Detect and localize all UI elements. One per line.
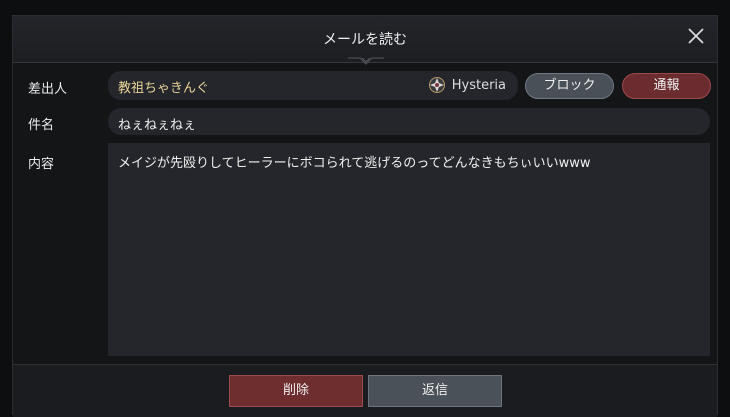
reply-button[interactable]: 返信 [368,375,502,407]
sender-name: 教祖ちゃきんぐ [118,81,210,96]
guild-name: Hysteria [451,77,506,93]
content-text: メイジが先殴りしてヒーラーにボコられて逃げるのってどんなきもちぃいいwww [118,156,591,171]
report-button[interactable]: 通報 [622,73,711,99]
read-mail-dialog: メールを読む 差出人 教祖ちゃきんぐ Hysteria ブロック 通報 件名 ね… [12,15,718,417]
guild-emblem-icon [428,77,445,93]
dialog-titlebar: メールを読む [13,16,717,65]
delete-button[interactable]: 削除 [229,375,363,407]
sender-field: 教祖ちゃきんぐ Hysteria [108,71,518,100]
subject-label: 件名 [28,118,55,133]
sender-guild: Hysteria [428,76,506,94]
subject-text: ねぇねぇねぇ [118,118,197,133]
block-button[interactable]: ブロック [525,73,614,99]
close-icon[interactable] [685,26,707,48]
dialog-title: メールを読む [323,32,407,48]
content-area[interactable]: メイジが先殴りしてヒーラーにボコられて逃げるのってどんなきもちぃいいwww [108,143,710,356]
dialog-footer: 削除 返信 [13,364,717,417]
content-label: 内容 [28,157,55,172]
title-ornament [348,57,384,65]
subject-field: ねぇねぇねぇ [108,108,710,135]
close-icon-glyph [688,28,704,44]
sender-label: 差出人 [28,82,68,97]
